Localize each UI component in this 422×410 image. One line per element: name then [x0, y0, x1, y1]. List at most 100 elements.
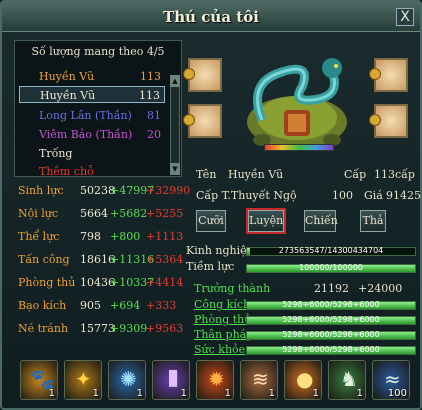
level-value: 113cấp	[374, 168, 415, 181]
pet-list-scrollbar[interactable]: ▲ ▼	[170, 75, 180, 175]
exp-text: 273563547/14300434704	[278, 246, 384, 255]
pet-level: 113	[139, 89, 160, 102]
equip-gem-icon	[183, 68, 195, 80]
pet-name: Huyền Vũ	[39, 70, 95, 83]
skill-count: 1	[136, 388, 143, 399]
stat-bonus: +800	[110, 230, 141, 243]
pet-level: 113	[140, 70, 161, 83]
release-button[interactable]: Thả	[360, 210, 386, 232]
flame-icon: ✦	[75, 367, 92, 391]
pet-list-item[interactable]: Huyền Vũ 113	[19, 68, 165, 85]
claw-icon: ≋	[252, 367, 269, 391]
equip-slot-right-bottom[interactable]	[369, 104, 408, 138]
growth-bonus: +24000	[358, 282, 403, 295]
add-slot-label: Thêm chỗ	[39, 165, 94, 177]
fire-icon: ✹	[208, 367, 225, 391]
close-button[interactable]: X	[396, 8, 414, 26]
attr-text: 5298+6000/5298+6000	[282, 330, 380, 339]
skill-count: 1	[268, 388, 275, 399]
exp-bar: 273563547/14300434704	[246, 246, 416, 256]
stat-label: Sinh lực	[18, 184, 64, 197]
health-attr-link[interactable]: Sức khỏe	[194, 343, 245, 356]
pet-name-value: Huyền Vũ	[228, 168, 284, 181]
pet-window: Thú của tôi X Số lượng mang theo 4/5 Huy…	[0, 0, 422, 410]
stat-bonus: +5682	[110, 207, 148, 220]
skill-count: 1	[224, 388, 231, 399]
equip-gem-icon	[369, 68, 381, 80]
pet-name: Huyền Vũ	[40, 89, 96, 102]
stat-extra: +1113	[146, 230, 184, 243]
stat-label: Né tránh	[18, 322, 69, 335]
potential-label: Tiềm lực	[186, 260, 235, 273]
pet-list-item[interactable]: Viêm Bảo (Thần) 20	[19, 126, 165, 143]
name-label: Tên	[196, 168, 217, 181]
skill-slot[interactable]: ✦ 1	[64, 360, 102, 400]
pet-name: Long Lân (Thần)	[39, 109, 132, 122]
stat-label: Bạo kích	[18, 299, 67, 312]
skill-count: 1	[180, 388, 187, 399]
stat-extra: +5255	[146, 207, 184, 220]
pet-list-item-empty[interactable]: Trống	[19, 145, 165, 162]
scroll-up-icon[interactable]: ▲	[170, 75, 180, 87]
stat-extra: +9563	[146, 322, 184, 335]
skill-count: 100	[387, 388, 407, 399]
pet-name: Viêm Bảo (Thần)	[39, 128, 133, 141]
agility-attr-link[interactable]: Thân pháp	[194, 328, 253, 341]
light-pillar-icon: ▮	[167, 365, 180, 390]
skill-slot[interactable]: ≈100	[372, 360, 410, 400]
equip-gem-icon	[369, 114, 381, 126]
tier-label: Cấp T.Thuyết Ngộ	[196, 189, 297, 202]
skill-slot[interactable]: ▮ 1	[152, 360, 190, 400]
tier-value: 100	[332, 189, 353, 202]
water-icon: ✺	[120, 367, 137, 391]
skill-slot[interactable]: ✹ 1	[196, 360, 234, 400]
window-title: Thú của tôi	[163, 8, 259, 26]
level-label: Cấp	[344, 168, 367, 181]
skill-slot[interactable]: ♞ 1	[328, 360, 366, 400]
stat-extra: +333	[146, 299, 177, 312]
train-button[interactable]: Luyện	[246, 208, 286, 234]
growth-label: Trưởng thành	[194, 282, 271, 295]
defense-attr-link[interactable]: Phòng thủ	[194, 313, 251, 326]
attr-text: 5298+6000/5298+6000	[282, 300, 380, 309]
stats-panel: Sinh lực 50238 +47997 +32990 Nội lực 5664 +56…	[14, 182, 190, 368]
pet-level: 81	[147, 109, 161, 122]
pet-level: 20	[147, 128, 161, 141]
ride-button[interactable]: Cưỡi	[196, 210, 226, 232]
horse-icon: ♞	[340, 367, 358, 391]
equip-slot-right-top[interactable]	[369, 58, 408, 92]
stat-extra: +4414	[146, 276, 184, 289]
equip-slot-left-bottom[interactable]	[183, 104, 222, 138]
pet-list-item-selected[interactable]: Huyền Vũ 113	[19, 86, 165, 103]
stat-extra: +5364	[146, 253, 184, 266]
equip-slot-left-top[interactable]	[183, 58, 222, 92]
stat-bonus: +694	[110, 299, 141, 312]
skill-count: 1	[312, 388, 319, 399]
title-bar[interactable]: Thú của tôi X	[2, 2, 420, 32]
price-value: 91425	[386, 189, 421, 202]
scroll-down-icon[interactable]: ▼	[170, 163, 180, 175]
stat-bonus: +9309	[110, 322, 148, 335]
skill-count: 1	[92, 388, 99, 399]
stat-base: 798	[80, 230, 101, 243]
pet-model-image	[247, 58, 347, 148]
stat-label: Tấn công	[18, 253, 70, 266]
attack-attr-link[interactable]: Công kích	[194, 298, 250, 311]
skill-slot[interactable]: ≋ 1	[240, 360, 278, 400]
stat-label: Nội lực	[18, 207, 59, 220]
pet-list: Số lượng mang theo 4/5 Huyền Vũ 113 Huyề…	[14, 40, 182, 177]
attr-bar: 5298+6000/5298+6000	[246, 315, 416, 325]
pet-list-item[interactable]: Long Lân (Thần) 81	[19, 107, 165, 124]
fight-button[interactable]: Chiến	[304, 210, 338, 232]
skill-slot[interactable]: ● 1	[284, 360, 322, 400]
stat-label: Phòng thủ	[18, 276, 76, 289]
equip-gem-icon	[183, 114, 195, 126]
attr-bar: 5298+6000/5298+6000	[246, 345, 416, 355]
pet-color-bar	[264, 144, 334, 151]
stat-base: 5664	[80, 207, 108, 220]
pet-count-header: Số lượng mang theo 4/5	[31, 45, 165, 58]
add-slot-item[interactable]: Thêm chỗ	[19, 163, 165, 177]
stat-extra: +32990	[146, 184, 191, 197]
skill-slot[interactable]: 🐾 1	[20, 360, 58, 400]
skill-slot[interactable]: ✺ 1	[108, 360, 146, 400]
